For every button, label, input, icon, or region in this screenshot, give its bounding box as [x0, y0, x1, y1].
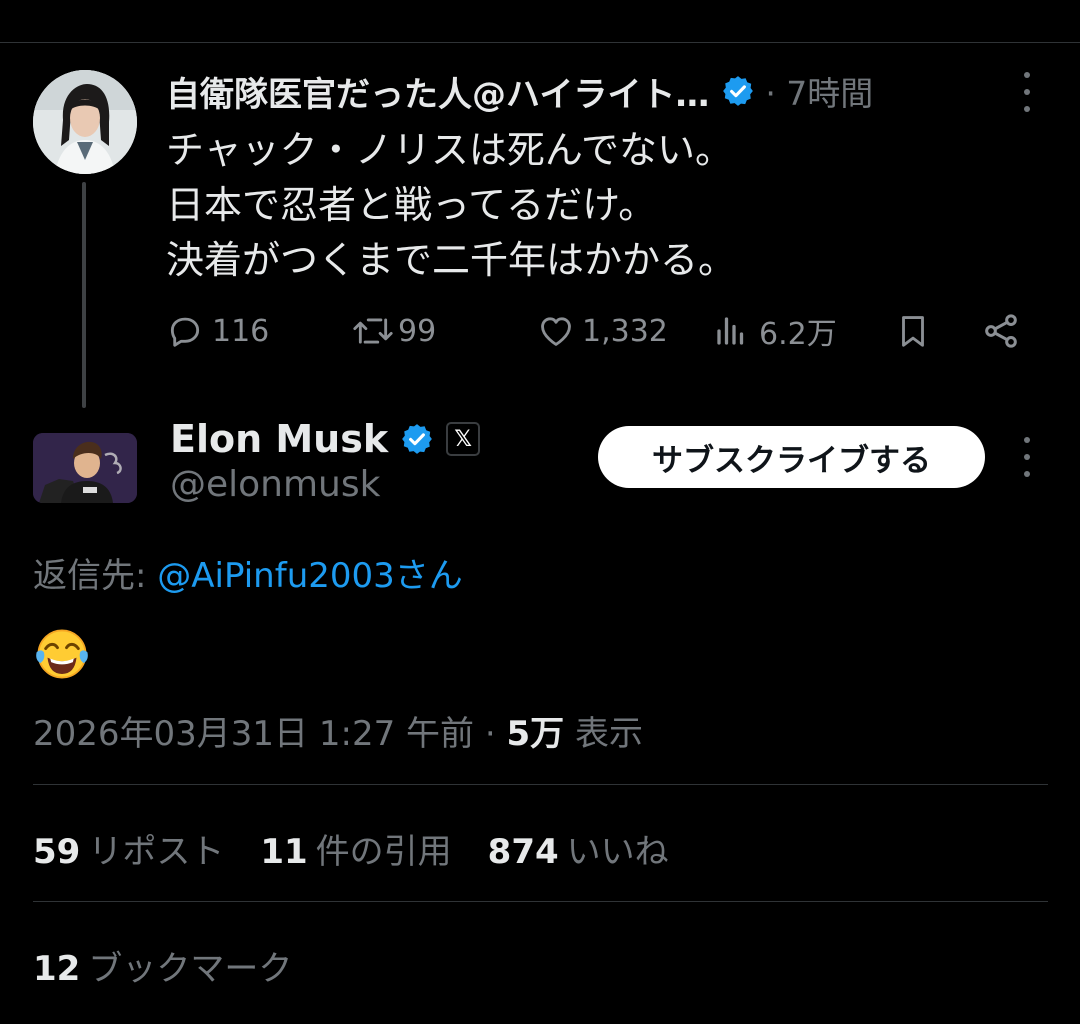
meta-separator: · [474, 714, 507, 754]
parent-author-avatar[interactable] [33, 70, 137, 174]
bookmarks-stat-count: 12 [33, 949, 81, 989]
repost-button[interactable]: 99 [350, 308, 436, 354]
subscribe-button[interactable]: サブスクライブする [598, 426, 985, 488]
avatar-photo-icon [33, 70, 137, 174]
main-author-name[interactable]: Elon Musk [170, 417, 388, 461]
repost-count: 99 [398, 313, 437, 349]
heart-icon [541, 317, 571, 346]
main-author-avatar[interactable] [33, 433, 137, 503]
repost-icon [353, 318, 393, 344]
reply-to-mention-link[interactable]: @AiPinfu2003さん [157, 556, 463, 596]
views-button[interactable]: 6.2万 [713, 308, 837, 354]
meta-gap [564, 714, 575, 754]
tweet-meta-line: 2026年03月31日 1:27 午前 · 5万 表示 [33, 706, 643, 755]
view-count: 6.2万 [759, 317, 837, 352]
reposts-stat-label: リポスト [88, 832, 225, 872]
share-icon [985, 314, 1017, 348]
reply-button[interactable]: 116 [166, 308, 269, 354]
quotes-stat-label: 件の引用 [315, 832, 452, 872]
tweet-view-label: 表示 [574, 714, 643, 754]
parent-tweet-header: 自衛隊医官だった人@ハイライト… · 7時間 [166, 67, 873, 116]
main-more-options-icon[interactable] [1017, 437, 1037, 477]
quotes-stat-count: 11 [260, 832, 308, 872]
bookmark-button[interactable] [894, 308, 932, 354]
stats-divider-top [33, 784, 1048, 785]
bookmark-icon [902, 316, 924, 347]
parent-author-name[interactable]: 自衛隊医官だった人@ハイライト… [166, 67, 709, 116]
likes-stat-label: いいね [566, 832, 669, 872]
thread-connector-line [82, 182, 86, 408]
parent-tweet-line: 決着がつくまで二千年はかかる。 [166, 238, 737, 282]
verified-badge-icon [723, 76, 754, 106]
likes-stat-count: 874 [487, 832, 559, 872]
parent-tweet-time[interactable]: · 7時間 [765, 67, 873, 115]
tweet-view-count: 5万 [506, 714, 565, 754]
parent-tweet-line: 日本で忍者と戦ってるだけ。 [166, 183, 657, 227]
main-author-header: Elon Musk 𝕏 [170, 414, 481, 464]
reply-count: 116 [212, 313, 270, 349]
like-button[interactable]: 1,332 [536, 308, 668, 354]
cartoon-avatar-icon [33, 433, 137, 503]
reply-to-label: 返信先: [33, 556, 158, 596]
top-divider [0, 42, 1080, 43]
stats-divider-bottom [33, 901, 1048, 902]
tweet-timestamp[interactable]: 2026年03月31日 1:27 午前 [33, 714, 474, 754]
bookmarks-stat-label: ブックマーク [88, 949, 293, 989]
parent-more-options-icon[interactable] [1017, 72, 1037, 112]
x-affiliate-badge-icon[interactable]: 𝕏 [446, 422, 481, 456]
reply-icon [170, 317, 200, 347]
reposts-stat-count: 59 [33, 832, 81, 872]
likes-stat-link[interactable]: 874 いいね [488, 824, 669, 873]
face-with-tears-of-joy-icon [36, 629, 88, 679]
quotes-stat-link[interactable]: 11 件の引用 [260, 824, 451, 873]
engagement-stats-row: 59 リポスト 11 件の引用 874 いいね [33, 824, 705, 873]
main-author-handle[interactable]: @elonmusk [170, 464, 380, 505]
verified-badge-icon [402, 424, 433, 454]
share-button[interactable] [981, 308, 1021, 354]
bookmarks-stat-link[interactable]: 12 ブックマーク [33, 941, 292, 990]
parent-tweet-line: チャック・ノリスは死んでない。 [166, 128, 733, 172]
like-count: 1,332 [582, 313, 668, 349]
reply-to-line: 返信先: @AiPinfu2003さん [33, 548, 463, 597]
parent-tweet-text: チャック・ノリスは死んでない。 日本で忍者と戦ってるだけ。 決着がつくまで二千年… [166, 123, 736, 288]
reposts-stat-link[interactable]: 59 リポスト [33, 824, 224, 873]
analytics-icon [717, 317, 744, 345]
